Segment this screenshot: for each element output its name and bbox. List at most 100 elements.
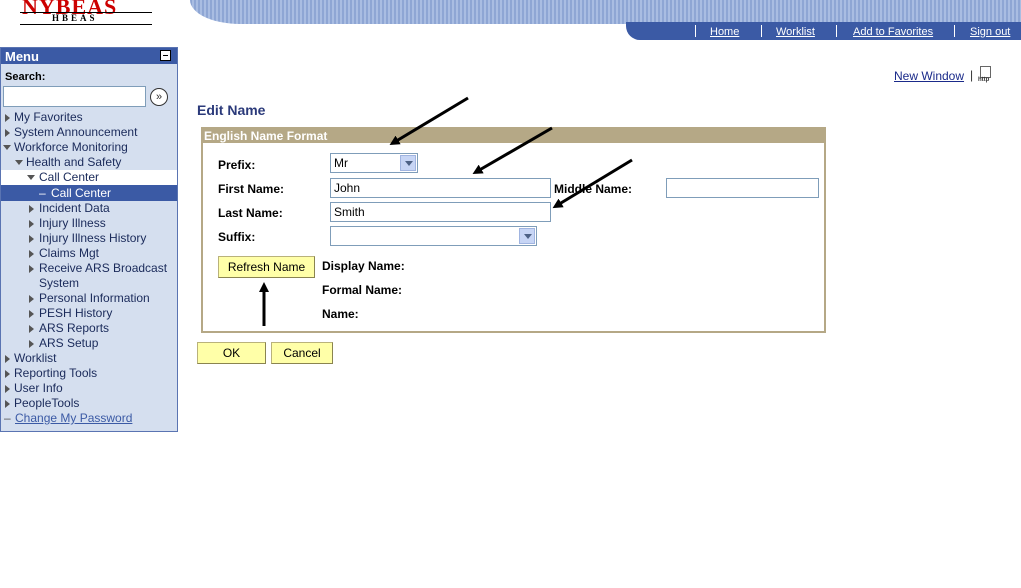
menu-item-label: ARS Setup: [39, 336, 99, 350]
menu-item-label: Personal Information: [39, 291, 150, 305]
menu-item-my-favorites[interactable]: My Favorites: [1, 110, 177, 125]
menu-title: Menu: [5, 49, 39, 64]
menu-item-label: Reporting Tools: [14, 366, 98, 380]
collapse-icon[interactable]: [160, 50, 171, 61]
menu-item-personal-information[interactable]: Personal Information: [1, 291, 177, 306]
menu-item-label: Receive ARS Broadcast System: [39, 261, 168, 290]
menu-header: Menu: [1, 48, 177, 64]
menu-item-label: User Info: [14, 381, 63, 395]
search-label: Search:: [5, 71, 46, 83]
expand-arrow-icon: [29, 235, 34, 243]
expand-arrow-icon: [29, 295, 34, 303]
nav-separator: [695, 25, 696, 37]
name-label: Name:: [322, 307, 359, 321]
expand-arrow-icon: [29, 205, 34, 213]
menu-item-call-center-folder[interactable]: Call Center: [1, 170, 177, 185]
logo-sub-text: HBEAS: [52, 13, 98, 23]
last-name-field[interactable]: [330, 202, 551, 222]
expand-arrow-icon: [29, 310, 34, 318]
dash-icon: –: [39, 186, 46, 200]
menu-item-label: System Announcement: [14, 125, 138, 139]
menu-item-reporting-tools[interactable]: Reporting Tools: [1, 366, 177, 381]
http-icon-label: http: [978, 77, 990, 83]
menu-item-incident-data[interactable]: Incident Data: [1, 201, 177, 216]
menu-item-label: Worklist: [14, 351, 57, 365]
nybeas-logo: NYBEAS HBEAS: [18, 0, 158, 28]
menu-item-label: Call Center: [51, 186, 112, 200]
menu-item-label: ARS Reports: [39, 321, 110, 335]
expand-arrow-icon: [29, 325, 34, 333]
expand-arrow-icon: [5, 114, 10, 122]
collapse-arrow-icon: [15, 160, 23, 165]
suffix-select[interactable]: [330, 226, 537, 246]
english-name-format-group: English Name Format Prefix: Mr First Nam…: [201, 127, 826, 333]
prefix-select[interactable]: Mr: [330, 153, 418, 173]
nav-separator: [954, 25, 955, 37]
prefix-selected-value: Mr: [334, 156, 348, 170]
menu-item-label: PESH History: [39, 306, 113, 320]
menu-item-label: Injury Illness History: [39, 231, 147, 245]
menu-item-label: Incident Data: [39, 201, 110, 215]
prefix-label: Prefix:: [218, 158, 256, 172]
menu-item-change-my-password[interactable]: – Change My Password: [1, 411, 177, 426]
menu-item-label: Change My Password: [15, 411, 133, 425]
first-name-field[interactable]: [330, 178, 551, 198]
logo-rule-bottom: [20, 24, 152, 25]
menu-list: My Favorites System Announcement Workfor…: [1, 110, 177, 426]
chevron-down-icon: [519, 228, 535, 244]
ok-button[interactable]: OK: [197, 342, 266, 364]
menu-item-ars-reports[interactable]: ARS Reports: [1, 321, 177, 336]
http-icon[interactable]: http: [978, 66, 994, 83]
nav-separator: [761, 25, 762, 37]
expand-arrow-icon: [29, 340, 34, 348]
collapse-arrow-icon: [27, 175, 35, 180]
page-title: Edit Name: [197, 102, 266, 118]
chevron-down-icon: [400, 155, 416, 171]
menu-item-claims-mgt[interactable]: Claims Mgt: [1, 246, 177, 261]
header-band: [190, 0, 1021, 24]
expand-arrow-icon: [29, 265, 34, 273]
menu-item-peopletools[interactable]: PeopleTools: [1, 396, 177, 411]
sign-out-link[interactable]: Sign out: [970, 26, 1010, 38]
menu-item-worklist[interactable]: Worklist: [1, 351, 177, 366]
menu-item-system-announcement[interactable]: System Announcement: [1, 125, 177, 140]
menu-item-user-info[interactable]: User Info: [1, 381, 177, 396]
display-name-label: Display Name:: [322, 259, 405, 273]
menu-item-label: Injury Illness: [39, 216, 106, 230]
navigation-menu: Menu Search: » My Favorites System Annou…: [0, 47, 178, 432]
menu-item-label: Call Center: [39, 170, 100, 184]
middle-name-field[interactable]: [666, 178, 819, 198]
add-to-favorites-link[interactable]: Add to Favorites: [853, 26, 933, 38]
menu-item-injury-illness[interactable]: Injury Illness: [1, 216, 177, 231]
home-link[interactable]: Home: [710, 26, 739, 38]
menu-item-receive-ars-broadcast-system[interactable]: Receive ARS Broadcast System: [1, 261, 177, 291]
menu-item-call-center-selected[interactable]: – Call Center: [1, 185, 177, 201]
menu-item-workforce-monitoring[interactable]: Workforce Monitoring: [1, 140, 177, 155]
menu-item-ars-setup[interactable]: ARS Setup: [1, 336, 177, 351]
group-title: English Name Format: [203, 129, 824, 143]
menu-item-label: PeopleTools: [14, 396, 80, 410]
middle-name-label: Middle Name:: [554, 182, 633, 196]
cancel-button[interactable]: Cancel: [271, 342, 333, 364]
expand-arrow-icon: [29, 250, 34, 258]
menu-item-pesh-history[interactable]: PESH History: [1, 306, 177, 321]
formal-name-label: Formal Name:: [322, 283, 403, 297]
last-name-label: Last Name:: [218, 206, 283, 220]
expand-arrow-icon: [5, 129, 10, 137]
expand-arrow-icon: [5, 385, 10, 393]
menu-item-label: Claims Mgt: [39, 246, 100, 260]
refresh-name-button[interactable]: Refresh Name: [218, 256, 315, 278]
search-go-icon[interactable]: »: [150, 88, 168, 106]
expand-arrow-icon: [5, 355, 10, 363]
menu-item-injury-illness-history[interactable]: Injury Illness History: [1, 231, 177, 246]
nav-separator: [836, 25, 837, 37]
menu-item-health-and-safety[interactable]: Health and Safety: [1, 155, 177, 170]
dash-icon: –: [4, 411, 11, 425]
menu-item-label: Health and Safety: [26, 155, 122, 169]
expand-arrow-icon: [29, 220, 34, 228]
header-nav-bar: Home Worklist Add to Favorites Sign out: [626, 22, 1021, 40]
worklist-link[interactable]: Worklist: [776, 26, 815, 38]
first-name-label: First Name:: [218, 182, 285, 196]
menu-search-input[interactable]: [3, 86, 146, 107]
new-window-link[interactable]: New Window: [894, 69, 964, 83]
